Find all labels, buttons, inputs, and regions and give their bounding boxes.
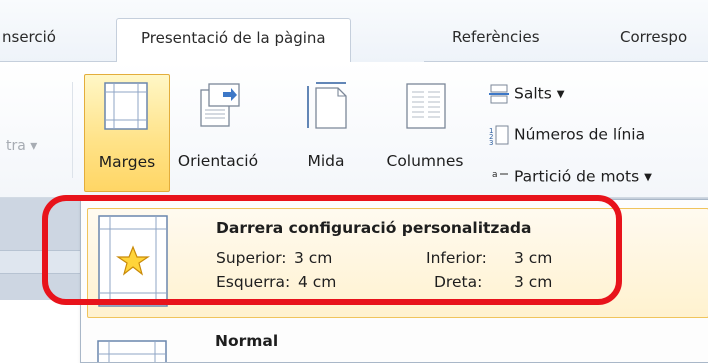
top-margin-label: Superior: (216, 249, 287, 267)
line-numbers-label: Números de línia (514, 125, 646, 144)
last-custom-title: Darrera configuració personalitzada (216, 219, 532, 237)
columns-button-label: Columnes (386, 152, 464, 170)
tab-page-layout-label: Presentació de la pàgina (141, 29, 326, 47)
document-page[interactable] (0, 300, 80, 361)
left-margin-value: 4 cm (298, 273, 337, 291)
tab-references[interactable]: Referències (452, 28, 540, 46)
hyphenation-label: Partició de mots ▾ (514, 167, 652, 186)
svg-text:3: 3 (489, 139, 493, 145)
normal-page-icon (97, 340, 167, 362)
margins-button[interactable]: Marges (84, 74, 170, 192)
columns-icon (406, 83, 446, 129)
right-margin-value: 3 cm (514, 273, 553, 291)
size-button[interactable]: Mida (294, 74, 358, 192)
bottom-margin-label: Inferior: (426, 249, 487, 267)
orientation-icon (200, 83, 240, 127)
tab-page-layout[interactable]: Presentació de la pàgina (116, 18, 351, 62)
normal-margins-item[interactable]: Normal (87, 328, 708, 362)
left-margin-label: Esquerra: (216, 273, 291, 291)
breaks-icon (489, 84, 509, 104)
orientation-button[interactable]: Orientació (172, 74, 264, 192)
margins-button-label: Marges (98, 153, 156, 171)
line-numbers-icon: 1 2 3 (489, 125, 509, 145)
star-page-icon (98, 215, 168, 307)
right-margin-label: Dreta: (434, 273, 483, 291)
line-numbers-button[interactable]: 1 2 3 Números de línia (488, 125, 645, 145)
bottom-margin-value: 3 cm (514, 249, 553, 267)
tab-mailings[interactable]: Correspo (620, 28, 687, 46)
tab-insert[interactable]: nserció (2, 28, 56, 46)
hyphenation-button[interactable]: a Partició de mots ▾ (488, 167, 652, 187)
faded-group-label: tra ▾ (6, 138, 38, 154)
size-button-label: Mida (307, 152, 345, 170)
columns-button[interactable]: Columnes (372, 74, 478, 192)
group-separator (72, 82, 73, 178)
top-margin-value: 3 cm (294, 249, 333, 267)
breaks-button[interactable]: Salts ▾ (488, 84, 565, 104)
size-icon (307, 82, 347, 129)
orientation-button-label: Orientació (177, 152, 259, 170)
margins-icon (104, 82, 148, 130)
normal-title: Normal (215, 332, 279, 350)
breaks-label: Salts ▾ (514, 84, 565, 103)
last-custom-setting-item[interactable]: Darrera configuració personalitzada Supe… (87, 208, 708, 318)
svg-text:a: a (492, 170, 498, 180)
hyphenation-icon: a (492, 170, 508, 180)
margins-dropdown-menu: Darrera configuració personalitzada Supe… (80, 199, 708, 363)
ribbon-tab-strip (0, 0, 708, 62)
